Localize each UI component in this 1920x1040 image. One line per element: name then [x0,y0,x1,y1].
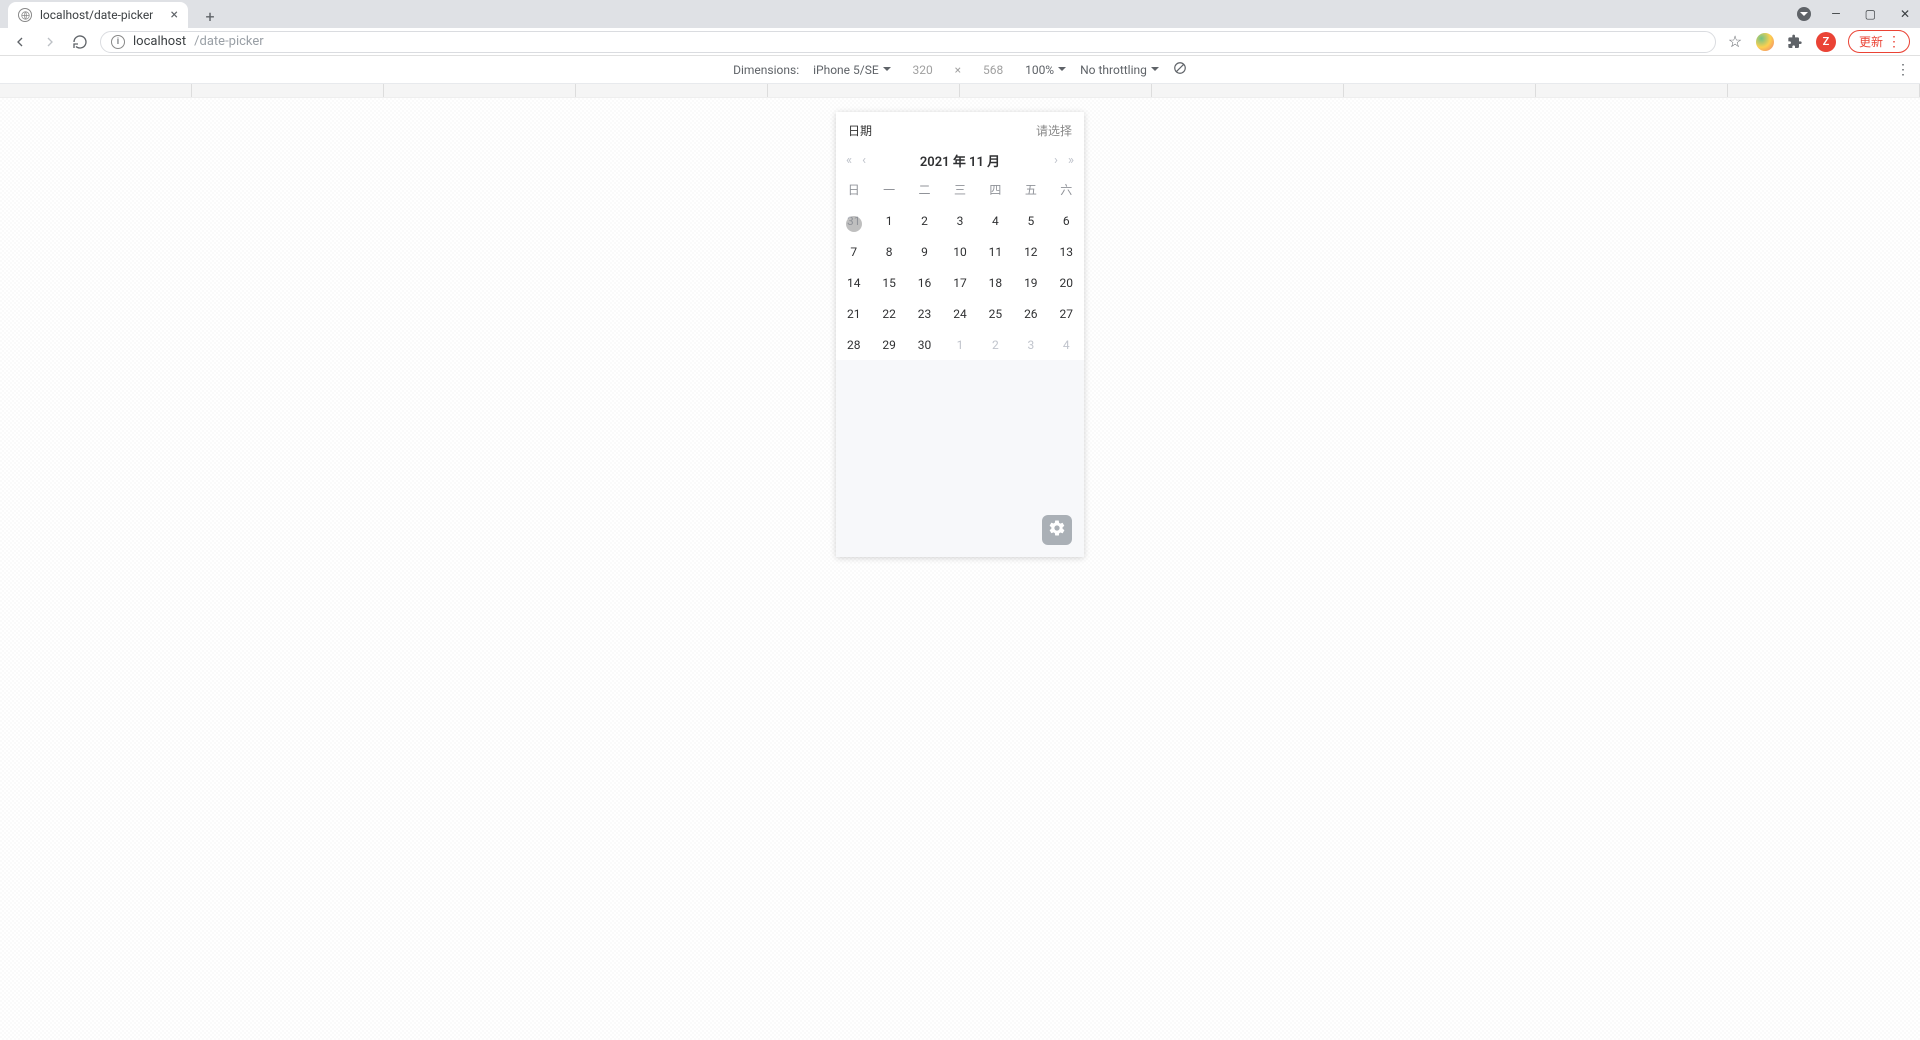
calendar-day[interactable]: 24 [942,298,977,329]
site-info-icon[interactable]: i [111,35,125,49]
times-icon: × [955,63,961,77]
weekday-header: 四 [978,174,1013,205]
calendar-day[interactable]: 18 [978,267,1013,298]
prev-month-button[interactable]: ‹ [862,153,866,168]
weekday-header: 六 [1049,174,1084,205]
weekday-header: 五 [1013,174,1048,205]
height-input[interactable] [975,63,1011,77]
weekday-header: 三 [942,174,977,205]
calendar-day[interactable]: 16 [907,267,942,298]
calendar-day[interactable]: 1 [942,329,977,360]
calendar-day[interactable]: 22 [871,298,906,329]
calendar-day[interactable]: 5 [1013,205,1048,236]
calendar-day[interactable]: 3 [1013,329,1048,360]
device-toolbar: Dimensions: iPhone 5/SE × 100% No thrott… [0,56,1920,84]
window-controls: — ▢ ✕ [1797,0,1914,28]
tab-title: localhost/date-picker [40,8,153,22]
calendar-day[interactable]: 8 [871,236,906,267]
picker-placeholder[interactable]: 请选择 [1036,122,1072,139]
calendar-title: 2021 年 11 月 [920,151,1000,170]
calendar-day[interactable]: 30 [907,329,942,360]
devtools-ruler [0,84,1920,98]
calendar-day[interactable]: 19 [1013,267,1048,298]
calendar-day[interactable]: 23 [907,298,942,329]
account-dropdown-icon[interactable] [1797,7,1811,21]
update-button[interactable]: 更新 [1848,30,1910,53]
browser-toolbar: i localhost/date-picker ☆ Z 更新 [0,28,1920,56]
calendar-day[interactable]: 28 [836,329,871,360]
url-host: localhost [133,34,186,49]
reload-button[interactable] [70,32,90,52]
calendar-day[interactable]: 4 [1049,329,1084,360]
calendar-day[interactable]: 12 [1013,236,1048,267]
back-button[interactable] [10,32,30,52]
calendar-day[interactable]: 20 [1049,267,1084,298]
calendar-nav: « ‹ 2021 年 11 月 › » [836,149,1084,174]
calendar-day[interactable]: 3 [942,205,977,236]
maximize-button[interactable]: ▢ [1861,3,1880,25]
browser-tab[interactable]: localhost/date-picker × [8,2,188,28]
calendar-day[interactable]: 11 [978,236,1013,267]
dimensions-label: Dimensions: [733,63,799,77]
calendar-day[interactable]: 13 [1049,236,1084,267]
next-month-button[interactable]: › [1054,153,1058,168]
calendar-day[interactable]: 17 [942,267,977,298]
weekday-header: 二 [907,174,942,205]
calendar-day[interactable]: 9 [907,236,942,267]
calendar-day[interactable]: 2 [907,205,942,236]
throttling-select[interactable]: No throttling [1080,63,1159,77]
new-tab-button[interactable]: + [198,4,222,28]
devtools-canvas: 日期 请选择 « ‹ 2021 年 11 月 › » 日一二三四五六 31123… [0,98,1920,1040]
calendar-day[interactable]: 31 [836,205,871,236]
close-tab-icon[interactable]: × [171,7,178,23]
rotate-icon[interactable] [1173,61,1187,78]
calendar-day[interactable]: 29 [871,329,906,360]
calendar-day[interactable]: 26 [1013,298,1048,329]
calendar-day[interactable]: 2 [978,329,1013,360]
mobile-viewport: 日期 请选择 « ‹ 2021 年 11 月 › » 日一二三四五六 31123… [836,112,1084,557]
profile-avatar-icon[interactable] [1756,33,1774,51]
weekday-header: 一 [871,174,906,205]
weekday-header: 日 [836,174,871,205]
device-select[interactable]: iPhone 5/SE [813,63,891,77]
calendar-day[interactable]: 7 [836,236,871,267]
close-window-button[interactable]: ✕ [1896,3,1914,25]
calendar-day[interactable]: 4 [978,205,1013,236]
calendar-day[interactable]: 27 [1049,298,1084,329]
forward-button[interactable] [40,32,60,52]
picker-label: 日期 [848,122,872,139]
calendar-day[interactable]: 10 [942,236,977,267]
tab-strip: localhost/date-picker × + — ▢ ✕ [0,0,1920,28]
bookmark-star-icon[interactable]: ☆ [1726,33,1744,51]
calendar-day[interactable]: 15 [871,267,906,298]
calendar-day[interactable]: 1 [871,205,906,236]
calendar-grid: 日一二三四五六 31123456789101112131415161718192… [836,174,1084,360]
picker-header: 日期 请选择 [836,112,1084,149]
gear-icon [1048,519,1066,541]
devtools-menu-icon[interactable]: ⋮ [1896,62,1910,78]
calendar-day[interactable]: 25 [978,298,1013,329]
calendar-day[interactable]: 14 [836,267,871,298]
width-input[interactable] [905,63,941,77]
touch-indicator-icon [846,216,862,232]
prev-year-button[interactable]: « [846,153,852,168]
profile-badge[interactable]: Z [1816,32,1836,52]
globe-icon [18,8,32,22]
address-bar[interactable]: i localhost/date-picker [100,31,1716,53]
calendar-day[interactable]: 21 [836,298,871,329]
minimize-button[interactable]: — [1827,3,1844,25]
calendar-day[interactable]: 6 [1049,205,1084,236]
next-year-button[interactable]: » [1068,153,1074,168]
url-path: /date-picker [194,34,264,49]
zoom-select[interactable]: 100% [1025,63,1066,77]
settings-fab[interactable] [1042,515,1072,545]
toolbar-right: ☆ Z 更新 [1726,30,1910,53]
extensions-icon[interactable] [1786,33,1804,51]
